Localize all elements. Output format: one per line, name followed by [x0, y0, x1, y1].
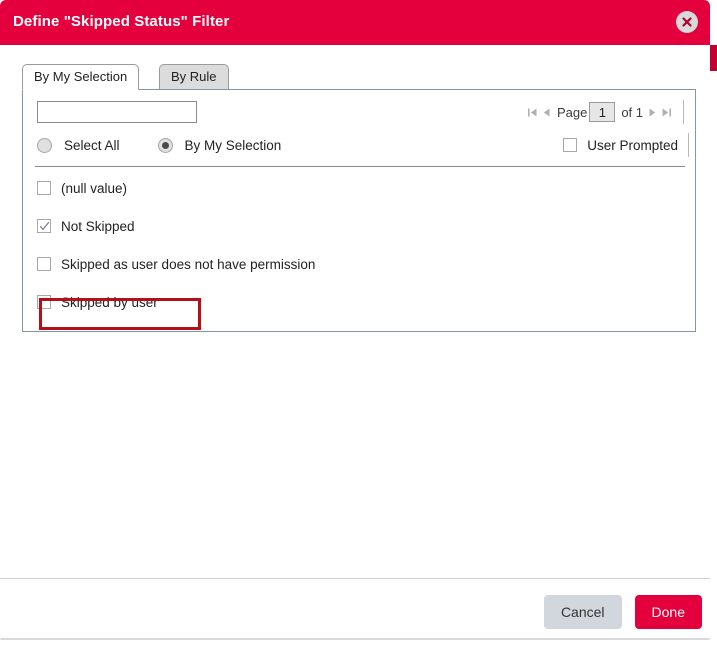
- selection-mode-group: Select All By My Selection: [37, 134, 319, 156]
- radio-by-my-selection[interactable]: By My Selection: [157, 137, 282, 153]
- checkbox-icon-checked: [37, 219, 51, 233]
- checkbox-icon-unchecked: [37, 181, 51, 195]
- list-item[interactable]: Not Skipped: [37, 216, 685, 236]
- panel-separator: [35, 166, 685, 167]
- search-input[interactable]: [37, 101, 197, 123]
- list-item[interactable]: Skipped by user: [37, 292, 685, 312]
- close-button[interactable]: [676, 11, 698, 33]
- option-label-skipped-by-user: Skipped by user: [61, 294, 158, 310]
- radio-by-my-selection-label: By My Selection: [184, 137, 282, 153]
- option-label-null-value: (null value): [61, 180, 128, 196]
- user-prompted-divider: [688, 133, 689, 157]
- user-prompted-label: User Prompted: [587, 137, 678, 153]
- option-label-not-skipped: Not Skipped: [61, 218, 135, 234]
- tab-by-my-selection[interactable]: By My Selection: [22, 64, 140, 90]
- list-item[interactable]: (null value): [37, 178, 685, 198]
- dialog-footer: Cancel Done: [543, 595, 702, 629]
- radio-select-all-label: Select All: [64, 137, 120, 153]
- done-button[interactable]: Done: [634, 595, 702, 629]
- cancel-button[interactable]: Cancel: [543, 595, 622, 629]
- option-list: (null value) Not Skipped Skipped as user…: [37, 178, 685, 330]
- right-edge-strip: [710, 45, 717, 71]
- previous-page-icon[interactable]: [540, 102, 554, 122]
- radio-select-all[interactable]: Select All: [37, 137, 120, 153]
- checkbox-icon-unchecked: [37, 257, 51, 271]
- checkbox-icon-unchecked: [563, 138, 578, 152]
- radio-icon-unselected: [37, 137, 52, 153]
- page-number-input[interactable]: [589, 102, 616, 122]
- next-page-icon[interactable]: [645, 102, 659, 122]
- option-label-skipped-no-permission: Skipped as user does not have permission: [61, 256, 316, 272]
- last-page-icon[interactable]: [659, 102, 673, 122]
- page-label: Page: [556, 104, 588, 120]
- page-title: Define "Skipped Status" Filter: [13, 13, 230, 30]
- checkbox-icon-unchecked: [37, 295, 51, 309]
- pager-divider: [683, 100, 684, 124]
- dialog-bottom-edge: [0, 638, 710, 640]
- first-page-icon[interactable]: [526, 102, 540, 122]
- list-item[interactable]: Skipped as user does not have permission: [37, 254, 685, 274]
- dialog-titlebar: Define "Skipped Status" Filter: [0, 0, 710, 45]
- page-total-label: of 1: [621, 104, 643, 120]
- footer-divider: [0, 578, 710, 579]
- filter-dialog: Define "Skipped Status" Filter By My Sel…: [0, 0, 717, 648]
- user-prompted-checkbox[interactable]: User Prompted: [563, 133, 689, 157]
- pagination-controls: Page of 1: [526, 100, 684, 124]
- selection-panel: Page of 1 Select All: [22, 89, 696, 332]
- tab-by-rule[interactable]: By Rule: [159, 64, 229, 90]
- radio-icon-selected: [157, 137, 173, 153]
